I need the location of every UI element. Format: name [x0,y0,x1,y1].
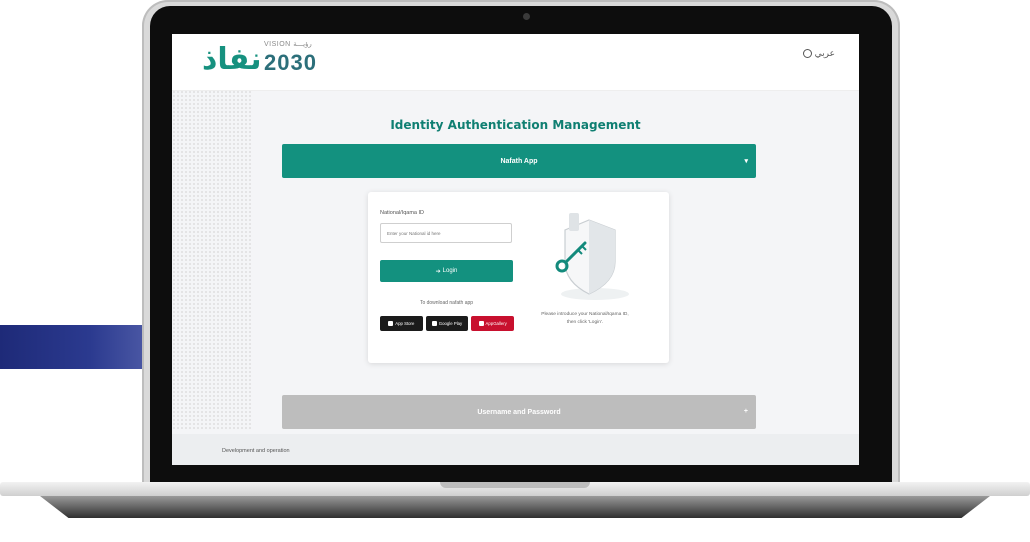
store-badges: App Store Google Play AppGallery [380,316,515,331]
vision-label: VISION رؤيـــة [264,41,312,48]
page-title: Identity Authentication Management [390,118,641,132]
plus-icon: + [743,408,748,415]
hint-line-1: Please introduce your National/Iqama ID, [541,312,629,317]
shield-key-illustration [555,213,629,300]
login-card: National/Iqama ID ➔ Login To download na… [368,192,669,363]
language-label: عربي [814,48,835,58]
appgallery-badge[interactable]: AppGallery [471,316,515,331]
vision-2030-logo: VISION رؤيـــة 2030 [264,40,324,82]
site-header: نفاذ VISION رؤيـــة 2030 عربي [172,34,859,91]
laptop-notch [440,482,590,488]
site-footer: Development and operation [172,434,859,465]
store-name: App Store [395,321,415,326]
laptop-foot [40,496,990,518]
google-play-badge[interactable]: Google Play [425,316,469,331]
accordion-username-password[interactable]: Username and Password + [282,395,756,429]
national-id-input[interactable] [380,223,512,243]
language-switch[interactable]: عربي [802,48,835,59]
nafath-logo[interactable]: نفاذ [202,42,262,77]
app-store-badge[interactable]: App Store [380,316,423,331]
decorative-blue-bar [0,325,150,369]
globe-icon [802,49,812,58]
login-hint: Please introduce your National/Iqama ID,… [530,311,640,327]
accordion-label: Nafath App [500,157,538,165]
login-icon: ➔ [435,268,441,275]
hint-line-2: then click 'Login'. [566,320,604,325]
store-name: Google Play [438,321,463,326]
download-text: To download nafath app [419,300,474,306]
vision-year: 2030 [264,50,317,75]
apple-icon [388,321,394,326]
store-name: AppGallery [485,321,507,326]
id-label: National/Iqama ID [380,210,425,216]
chevron-up-icon: ▾ [744,158,748,165]
huawei-icon [478,321,484,326]
footer-text: Development and operation [222,448,290,454]
login-button[interactable]: ➔ Login [380,260,513,282]
login-label: Login [442,268,458,274]
accordion-label: Username and Password [477,408,561,416]
laptop-base [0,482,1030,518]
google-play-icon [431,321,437,326]
dot-pattern [172,90,252,430]
accordion-nafath-app[interactable]: Nafath App ▾ [282,144,756,178]
webcam [523,13,530,20]
laptop-screen: نفاذ VISION رؤيـــة 2030 عربي Identity A… [172,34,859,465]
